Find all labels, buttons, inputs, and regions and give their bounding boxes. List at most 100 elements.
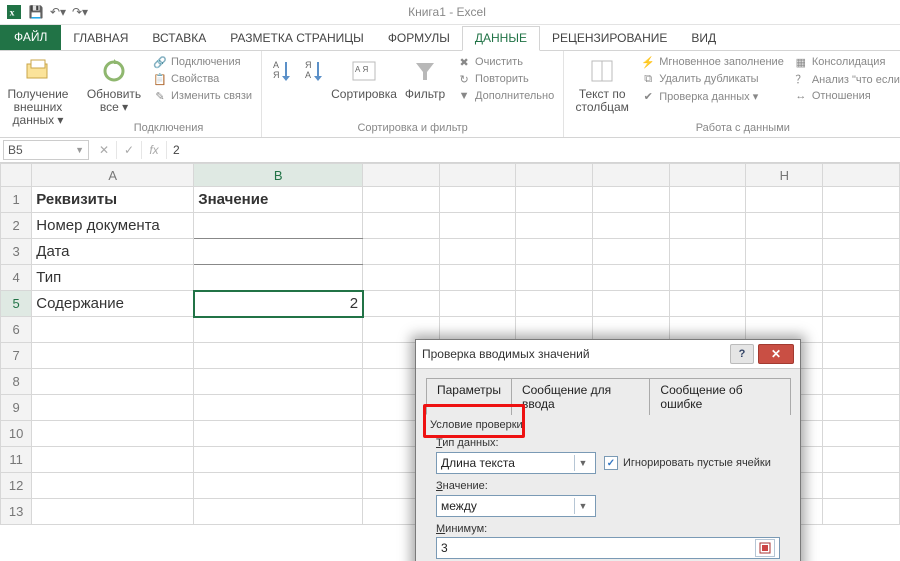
tab-formulas[interactable]: ФОРМУЛЫ [376, 27, 462, 50]
cell[interactable]: Номер документа [32, 213, 194, 239]
tab-parameters[interactable]: Параметры [426, 378, 512, 415]
tab-file[interactable]: ФАЙЛ [0, 25, 61, 50]
tab-data[interactable]: ДАННЫЕ [462, 26, 540, 51]
get-external-data-button[interactable]: Получение внешних данных ▾ [6, 54, 70, 128]
row-header[interactable]: 6 [1, 317, 32, 343]
formula-bar: B5▼ ✕ ✓ fx [0, 138, 900, 163]
row-header[interactable]: 10 [1, 421, 32, 447]
redo-icon[interactable]: ↷▾ [72, 4, 88, 20]
filter-icon [410, 56, 440, 86]
data-validation-icon: ✔ [641, 89, 655, 103]
row-header[interactable]: 3 [1, 239, 32, 265]
svg-text:А: А [305, 70, 311, 80]
cell-selected[interactable]: 2 [194, 291, 363, 317]
reapply-button[interactable]: ↻Повторить [454, 71, 557, 87]
undo-icon[interactable]: ↶▾ [50, 4, 66, 20]
ignore-blank-checkbox[interactable]: ✓Игнорировать пустые ячейки [604, 456, 771, 470]
sort-asc-icon: АЯ [267, 56, 297, 86]
fx-icon[interactable]: fx [142, 141, 167, 159]
row-header[interactable]: 12 [1, 473, 32, 499]
col-header[interactable]: H [746, 164, 823, 187]
row-header[interactable]: 5 [1, 291, 32, 317]
cancel-formula-icon[interactable]: ✕ [92, 141, 117, 159]
close-button[interactable]: ✕ [758, 344, 794, 364]
sort-desc-button[interactable]: ЯА [300, 54, 328, 86]
col-header[interactable]: B [194, 164, 363, 187]
tab-view[interactable]: ВИД [679, 27, 728, 50]
external-data-icon [23, 56, 53, 86]
relationships-button[interactable]: ↔Отношения [791, 88, 900, 104]
help-button[interactable]: ? [730, 344, 754, 364]
dropdown-icon: ▼ [574, 498, 591, 514]
remove-dups-button[interactable]: ⧉Удалить дубликаты [638, 71, 787, 87]
consolidate-button[interactable]: ▦Консолидация [791, 54, 900, 70]
what-if-button[interactable]: ？Анализ "что если" ▾ [791, 71, 900, 87]
value-select[interactable]: между▼ [436, 495, 596, 517]
row-header[interactable]: 9 [1, 395, 32, 421]
row-header[interactable]: 4 [1, 265, 32, 291]
sort-icon: А Я [349, 56, 379, 86]
data-validation-button[interactable]: ✔Проверка данных ▾ [638, 88, 787, 104]
col-header[interactable]: A [32, 164, 194, 187]
tab-error-alert[interactable]: Сообщение об ошибке [649, 378, 791, 415]
quick-access-toolbar: x 💾 ↶▾ ↷▾ [0, 4, 94, 20]
row-header[interactable]: 2 [1, 213, 32, 239]
text-to-columns-icon [587, 56, 617, 86]
range-picker-icon[interactable] [755, 539, 775, 557]
condition-label: Условие проверки [430, 419, 790, 431]
svg-text:Я: Я [273, 70, 280, 80]
enter-formula-icon[interactable]: ✓ [117, 141, 142, 159]
formula-input[interactable] [167, 141, 900, 159]
row-header[interactable]: 13 [1, 499, 32, 525]
min-input[interactable]: 3 [436, 537, 780, 559]
cell[interactable]: Тип [32, 265, 194, 291]
row-header[interactable]: 11 [1, 447, 32, 473]
cell[interactable]: Значение [194, 187, 363, 213]
row-header[interactable]: 7 [1, 343, 32, 369]
cell[interactable]: Дата [32, 239, 194, 265]
row-header[interactable]: 1 [1, 187, 32, 213]
type-select[interactable]: Длина текста▼ [436, 452, 596, 474]
value-label: Значение: [436, 480, 790, 492]
edit-links-button[interactable]: ✎Изменить связи [150, 88, 255, 104]
advanced-button[interactable]: ▼Дополнительно [454, 88, 557, 104]
cell[interactable]: Реквизиты [32, 187, 194, 213]
tab-home[interactable]: ГЛАВНАЯ [61, 27, 140, 50]
consolidate-icon: ▦ [794, 55, 808, 69]
edit-links-icon: ✎ [153, 89, 167, 103]
save-icon[interactable]: 💾 [28, 4, 44, 20]
filter-button[interactable]: Фильтр [400, 54, 450, 101]
clear-filter-button[interactable]: ✖Очистить [454, 54, 557, 70]
refresh-icon [99, 56, 129, 86]
worksheet-grid[interactable]: A B H 1РеквизитыЗначение 2Номер документ… [0, 163, 900, 525]
name-box[interactable]: B5▼ [3, 140, 89, 160]
row-header[interactable]: 8 [1, 369, 32, 395]
tab-input-message[interactable]: Сообщение для ввода [511, 378, 650, 415]
cell[interactable] [194, 213, 363, 239]
text-to-columns-button[interactable]: Текст по столбцам [570, 54, 634, 114]
dialog-titlebar[interactable]: Проверка вводимых значений ? ✕ [416, 340, 800, 369]
reapply-icon: ↻ [457, 72, 471, 86]
tab-layout[interactable]: РАЗМЕТКА СТРАНИЦЫ [218, 27, 376, 50]
cell[interactable] [194, 239, 363, 265]
refresh-all-button[interactable]: Обновить все ▾ [82, 54, 146, 114]
cell[interactable]: Содержание [32, 291, 194, 317]
sort-asc-button[interactable]: АЯ [268, 54, 296, 86]
ribbon-tabs: ФАЙЛ ГЛАВНАЯ ВСТАВКА РАЗМЕТКА СТРАНИЦЫ Ф… [0, 25, 900, 51]
remove-dups-icon: ⧉ [641, 72, 655, 86]
properties-button[interactable]: 📋Свойства [150, 71, 255, 87]
sort-button[interactable]: А ЯСортировка [332, 54, 396, 101]
tab-insert[interactable]: ВСТАВКА [140, 27, 218, 50]
type-label: Тип данных: [436, 437, 790, 449]
title-bar: x 💾 ↶▾ ↷▾ Книга1 - Excel [0, 0, 900, 25]
flash-fill-button[interactable]: ⚡Мгновенное заполнение [638, 54, 787, 70]
connections-button[interactable]: 🔗Подключения [150, 54, 255, 70]
tab-review[interactable]: РЕЦЕНЗИРОВАНИЕ [540, 27, 679, 50]
cell[interactable] [194, 265, 363, 291]
dialog-title: Проверка вводимых значений [422, 347, 590, 361]
dropdown-icon: ▼ [574, 455, 591, 471]
svg-text:Я: Я [305, 60, 312, 70]
name-box-dropdown-icon[interactable]: ▼ [75, 145, 84, 155]
flash-fill-icon: ⚡ [641, 55, 655, 69]
svg-text:А Я: А Я [355, 65, 369, 74]
